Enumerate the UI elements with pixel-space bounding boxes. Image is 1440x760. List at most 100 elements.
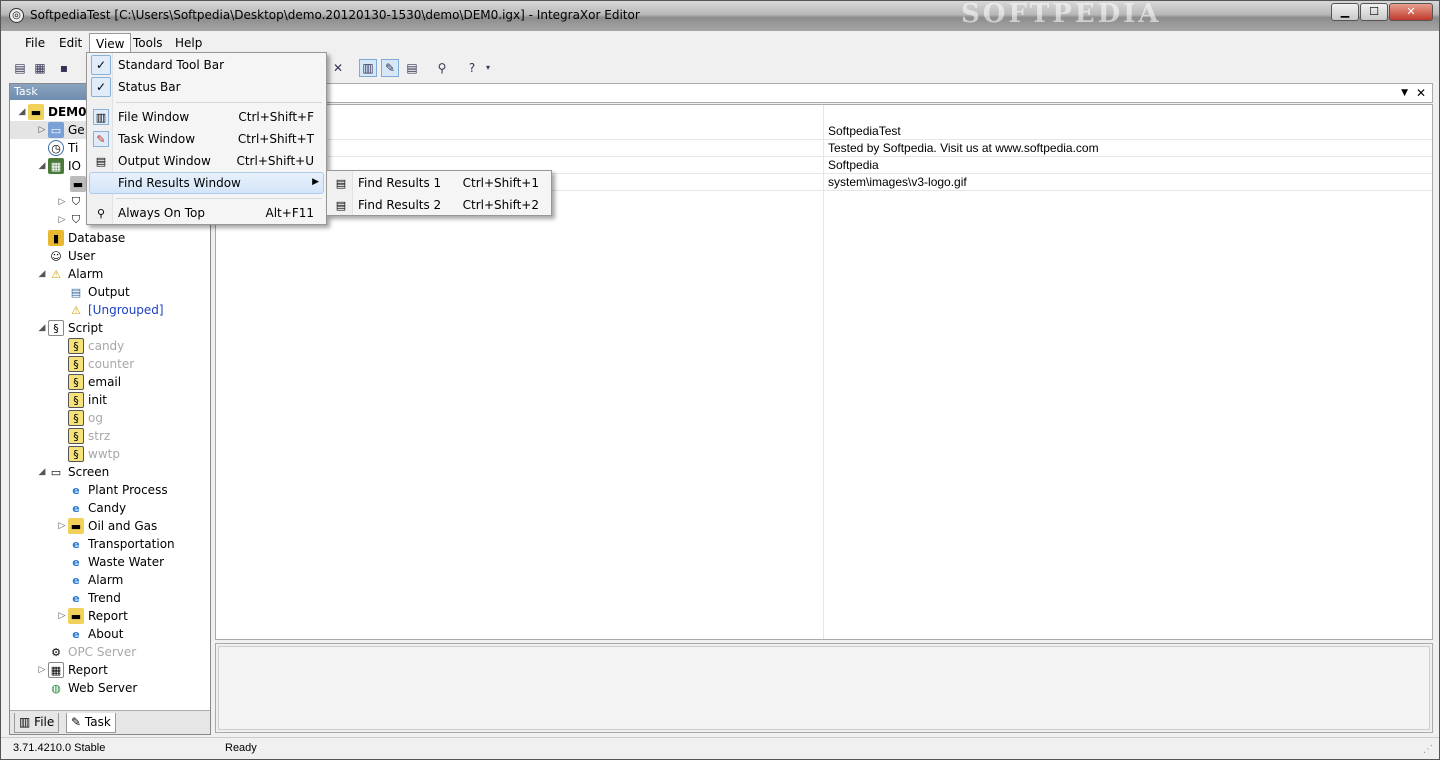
tree-node-screen-item[interactable]: e Alarm [68, 571, 123, 589]
description-pane [215, 643, 1433, 733]
tree-node-report[interactable]: ▷ ▦ Report [36, 661, 108, 679]
collapse-icon[interactable]: ◢ [36, 467, 48, 477]
expand-icon[interactable]: ▷ [36, 125, 48, 135]
menu-item-standard-toolbar[interactable]: ✓ Standard Tool Bar [89, 54, 324, 76]
tree-node-script-item[interactable]: § init [68, 391, 107, 409]
ie-page-icon: e [72, 591, 80, 605]
expand-icon[interactable]: ▷ [36, 665, 48, 675]
delete-icon[interactable]: ✕ [329, 59, 347, 77]
menu-item-find-results-2[interactable]: ▤ Find Results 2 Ctrl+Shift+2 [329, 194, 549, 216]
expand-icon[interactable]: ▷ [56, 215, 68, 225]
task-window-icon[interactable]: ✎ [381, 59, 399, 77]
tree-node-screen[interactable]: ◢ ▭ Screen [36, 463, 110, 481]
io-icon: ▦ [48, 158, 64, 174]
tree-node-screen-item[interactable]: e Waste Water [68, 553, 164, 571]
tree-node-opc-server[interactable]: ⚙ OPC Server [48, 643, 136, 661]
file-window-icon[interactable]: ▥ [359, 59, 377, 77]
tab-task[interactable]: ✎ Task [66, 713, 116, 733]
tree-node-io-device[interactable]: ▷ ⛉ [56, 193, 88, 211]
collapse-icon[interactable]: ◢ [36, 161, 48, 171]
tree-node-timer[interactable]: ◷ Ti [48, 139, 78, 157]
menu-bar: File Edit View Tools Help [9, 32, 1433, 54]
user-icon: ☺ [50, 249, 62, 263]
window-title: SoftpediaTest [C:\Users\Softpedia\Deskto… [30, 8, 640, 22]
new-project-icon[interactable]: ▤ [11, 59, 29, 77]
tree-node-script-item[interactable]: § strz [68, 427, 110, 445]
tree-node-screen-folder[interactable]: ▷ ▬ Oil and Gas [56, 517, 157, 535]
script-icon: § [68, 446, 84, 462]
tree-node-alarm-output[interactable]: ▤ Output [68, 283, 130, 301]
folder-icon: ▬ [28, 104, 44, 120]
menu-item-always-on-top[interactable]: ⚲ Always On Top Alt+F11 [89, 202, 324, 224]
maximize-button[interactable]: ☐ [1360, 3, 1388, 21]
tree-node-io[interactable]: ◢ ▦ IO [36, 157, 81, 175]
menu-item-status-bar[interactable]: ✓ Status Bar [89, 76, 324, 98]
property-row[interactable]: SoftpediaTest [216, 123, 1432, 140]
expand-icon[interactable]: ▷ [56, 197, 68, 207]
collapse-icon[interactable]: ◢ [36, 269, 48, 279]
menu-file[interactable]: File [19, 35, 51, 53]
minimize-button[interactable]: ▁ [1331, 3, 1359, 21]
title-bar[interactable]: SOFTPEDIA ◎ SoftpediaTest [C:\Users\Soft… [1, 1, 1439, 31]
menu-item-task-window[interactable]: ✎ Task Window Ctrl+Shift+T [89, 128, 324, 150]
menu-item-output-window[interactable]: ▤ Output Window Ctrl+Shift+U [89, 150, 324, 172]
expand-icon[interactable]: ▷ [56, 611, 68, 621]
warning-icon: ⚠ [51, 267, 61, 281]
save-icon[interactable]: ▪ [55, 59, 73, 77]
tree-node-web-server[interactable]: ◍ Web Server [48, 679, 137, 697]
collapse-icon[interactable]: ◢ [16, 107, 28, 117]
window-controls: ▁ ☐ ✕ [1330, 3, 1433, 21]
tree-node-screen-folder[interactable]: ▷ ▬ Report [56, 607, 128, 625]
tree-node-user[interactable]: ☺ User [48, 247, 95, 265]
menu-view[interactable]: View [89, 33, 132, 54]
menu-item-find-results-1[interactable]: ▤ Find Results 1 Ctrl+Shift+1 [329, 172, 549, 194]
general-icon: ▭ [48, 122, 64, 138]
ie-page-icon: e [72, 627, 80, 641]
globe-icon: ◍ [51, 681, 61, 695]
tab-file[interactable]: ▥ File [14, 713, 60, 733]
menu-separator [116, 102, 322, 103]
check-icon: ✓ [91, 77, 111, 97]
tree-node-script-item[interactable]: § counter [68, 355, 134, 373]
script-icon: § [68, 410, 84, 426]
menu-edit[interactable]: Edit [53, 35, 88, 53]
tree-node-screen-item[interactable]: e Trend [68, 589, 121, 607]
tree-node-script[interactable]: ◢ § Script [36, 319, 103, 337]
help-icon[interactable]: ? [463, 59, 481, 77]
tree-node-screen-item[interactable]: e Transportation [68, 535, 174, 553]
tree-node-io-device[interactable]: ▷ ⛉ [56, 211, 88, 229]
tree-node-root[interactable]: ◢ ▬ DEM0 [16, 103, 86, 121]
opc-icon: ⚙ [51, 645, 61, 659]
collapse-icon[interactable]: ◢ [36, 323, 48, 333]
resize-grip-icon[interactable]: ⋰ [1423, 744, 1433, 755]
menu-tools[interactable]: Tools [127, 35, 169, 53]
property-row[interactable]: Tested by Softpedia. Visit us at www.sof… [216, 140, 1432, 157]
tree-node-script-item[interactable]: § wwtp [68, 445, 120, 463]
tree-node-screen-item[interactable]: e Candy [68, 499, 126, 517]
script-icon: § [68, 356, 84, 372]
tree-node-script-item[interactable]: § candy [68, 337, 124, 355]
menu-help[interactable]: Help [169, 35, 208, 53]
script-icon: § [68, 392, 84, 408]
output-window-icon[interactable]: ▤ [403, 59, 421, 77]
tree-node-script-item[interactable]: § email [68, 373, 121, 391]
menu-item-find-results-window[interactable]: Find Results Window ▶ [89, 172, 324, 194]
tab-list-dropdown-icon[interactable]: ▼ [1401, 88, 1408, 98]
tree-node-alarm[interactable]: ◢ ⚠ Alarm [36, 265, 104, 283]
device-icon: ⛉ [71, 195, 81, 208]
close-document-icon[interactable]: ✕ [1416, 86, 1426, 100]
check-icon: ✓ [91, 55, 111, 75]
tree-node-script-item[interactable]: § og [68, 409, 103, 427]
app-icon[interactable]: ◎ [9, 8, 24, 23]
pin-icon[interactable]: ⚲ [433, 59, 451, 77]
tree-node-screen-item[interactable]: e Plant Process [68, 481, 167, 499]
close-button[interactable]: ✕ [1389, 3, 1433, 21]
tree-node-screen-item[interactable]: e About [68, 625, 123, 643]
toolbar-overflow-icon[interactable]: ▾ [483, 59, 493, 77]
find-results-icon: ▤ [335, 198, 347, 212]
expand-icon[interactable]: ▷ [56, 521, 68, 531]
tree-node-alarm-ungrouped[interactable]: ⚠ [Ungrouped] [68, 301, 164, 319]
tree-node-database[interactable]: ▮ Database [48, 229, 125, 247]
menu-item-file-window[interactable]: ▥ File Window Ctrl+Shift+F [89, 106, 324, 128]
open-project-icon[interactable]: ▦ [31, 59, 49, 77]
